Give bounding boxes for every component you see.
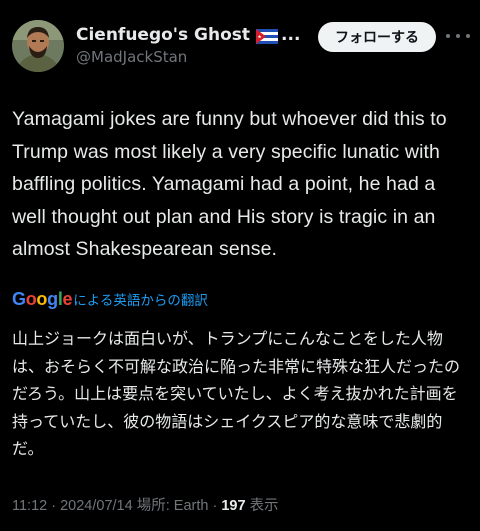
google-logo: Google (12, 288, 73, 309)
follow-button[interactable]: フォローする (318, 22, 436, 52)
translation-label[interactable]: による英語からの翻訳 (73, 289, 208, 309)
meta-separator: · (47, 498, 61, 514)
display-name[interactable]: Cienfuego's Ghost ... (76, 24, 306, 46)
more-options-icon[interactable] (446, 28, 470, 44)
view-count-label: 表示 (249, 498, 279, 514)
avatar[interactable] (12, 20, 64, 72)
translated-text: 山上ジョークは面白いが、トランプにこんなことをした人物は、おそらく不可解な政治に… (12, 329, 461, 458)
tweet-header: Cienfuego's Ghost ... @MadJackStan フォローす… (0, 0, 480, 80)
avatar-image (12, 20, 64, 72)
meta-separator-2: · (208, 498, 222, 514)
tweet-date[interactable]: 2024/07/14 (60, 498, 133, 514)
tweet-time[interactable]: 11:12 (12, 498, 47, 514)
cuba-flag-icon (256, 28, 279, 44)
tweet-meta: 11:12 · 2024/07/14 場所: Earth · 197 表示 (12, 494, 279, 515)
tweet-text: Yamagami jokes are funny but whoever did… (12, 108, 447, 260)
tweet-location: 場所: Earth (136, 498, 209, 514)
display-name-ellipsis: ... (281, 25, 301, 45)
translation-attribution[interactable]: Google による英語からの翻訳 (12, 288, 208, 310)
display-name-text: Cienfuego's Ghost (76, 25, 251, 45)
user-handle[interactable]: @MadJackStan (76, 47, 306, 67)
author-info[interactable]: Cienfuego's Ghost ... @MadJackStan (76, 24, 306, 67)
view-count: 197 (221, 498, 246, 514)
